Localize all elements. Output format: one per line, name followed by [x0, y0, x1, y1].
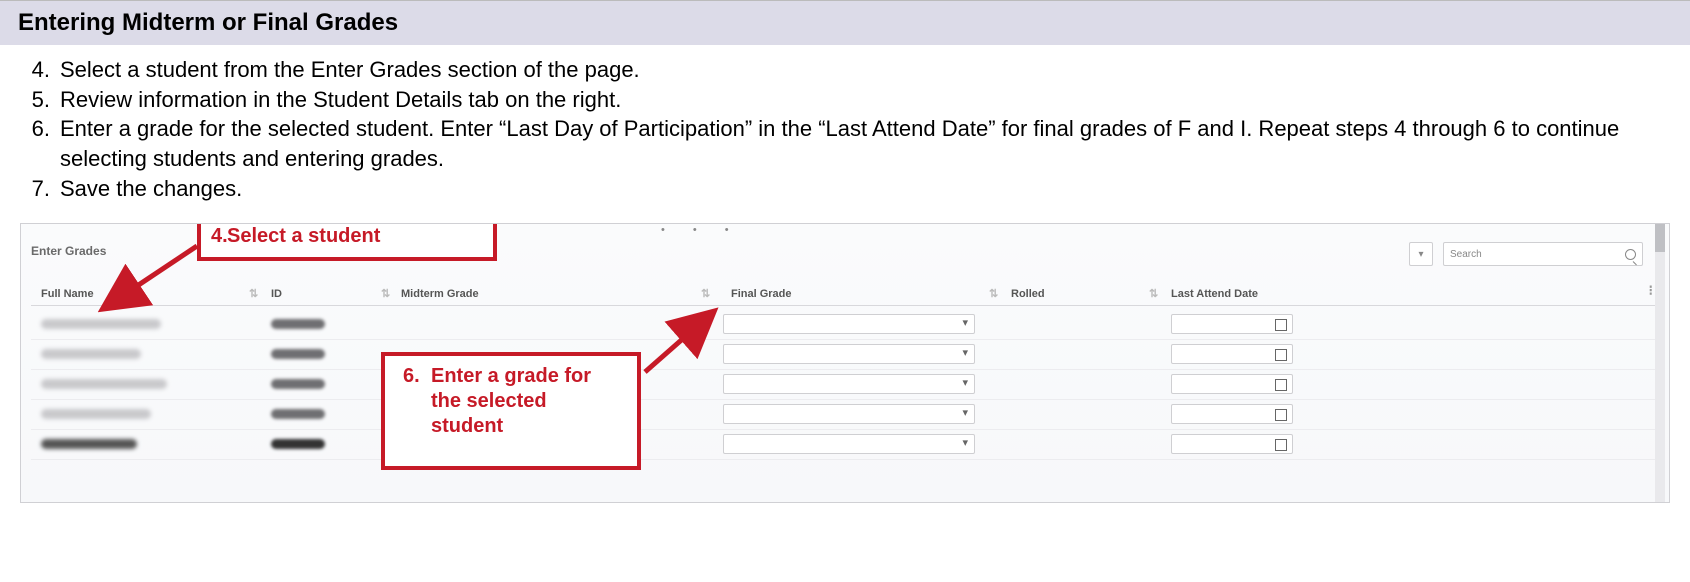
student-id-redacted [271, 349, 325, 359]
scrollbar-thumb[interactable] [1655, 224, 1665, 252]
student-id-redacted [271, 439, 325, 449]
callout-select-student: 4. Select a student [197, 223, 497, 261]
col-rolled[interactable]: Rolled [1011, 288, 1045, 300]
step-number: 6. [24, 114, 60, 173]
grades-screenshot: • • • Enter Grades ▾ Search Full Name ⇅ … [20, 223, 1670, 503]
table-header: Full Name ⇅ ID ⇅ Midterm Grade ⇅ Final G… [31, 282, 1659, 306]
instruction-step: 7. Save the changes. [24, 174, 1666, 204]
col-final-grade[interactable]: Final Grade [731, 288, 792, 300]
sort-icon[interactable]: ⇅ [989, 287, 998, 300]
chevron-icon: ▾ [1418, 249, 1423, 260]
last-attend-date-input[interactable] [1171, 404, 1293, 424]
step-text: Select a student from the Enter Grades s… [60, 55, 1666, 85]
final-grade-select[interactable] [723, 404, 975, 424]
final-grade-select[interactable] [723, 434, 975, 454]
callout-text: Select a student [227, 225, 380, 247]
last-attend-date-input[interactable] [1171, 344, 1293, 364]
instruction-step: 4. Select a student from the Enter Grade… [24, 55, 1666, 85]
enter-grades-label: Enter Grades [31, 244, 106, 258]
last-attend-date-input[interactable] [1171, 374, 1293, 394]
last-attend-date-input[interactable] [1171, 434, 1293, 454]
search-icon [1625, 249, 1636, 260]
col-full-name[interactable]: Full Name [41, 288, 94, 300]
table-body [31, 310, 1659, 460]
student-name-redacted [41, 349, 141, 359]
final-grade-select[interactable] [723, 344, 975, 364]
last-attend-date-input[interactable] [1171, 314, 1293, 334]
section-heading: Entering Midterm or Final Grades [0, 0, 1690, 45]
table-row[interactable] [31, 400, 1659, 430]
student-id-redacted [271, 379, 325, 389]
step-number: 4. [24, 55, 60, 85]
search-placeholder: Search [1450, 249, 1482, 260]
student-id-redacted [271, 409, 325, 419]
col-id[interactable]: ID [271, 288, 282, 300]
sort-icon[interactable]: ⇅ [381, 287, 390, 300]
step-text: Enter a grade for the selected student. … [60, 114, 1666, 173]
search-input[interactable]: Search [1443, 242, 1643, 266]
ruler-marks: • • • [661, 224, 729, 236]
student-name-redacted [41, 379, 167, 389]
step-text: Save the changes. [60, 174, 1666, 204]
callout-number: 6. [403, 364, 420, 389]
sort-icon[interactable]: ⇅ [249, 287, 258, 300]
instruction-step: 6. Enter a grade for the selected studen… [24, 114, 1666, 173]
table-row[interactable] [31, 340, 1659, 370]
step-text: Review information in the Student Detail… [60, 85, 1666, 115]
callout-enter-grade: 6. Enter a grade for the selected studen… [381, 352, 641, 470]
sort-icon[interactable]: ⇅ [701, 287, 710, 300]
col-midterm-grade[interactable]: Midterm Grade [401, 288, 479, 300]
vertical-scrollbar[interactable] [1655, 224, 1665, 502]
callout-text: Enter a grade for the selected student [431, 365, 591, 437]
step-number: 5. [24, 85, 60, 115]
instruction-step: 5. Review information in the Student Det… [24, 85, 1666, 115]
table-row[interactable] [31, 430, 1659, 460]
student-name-redacted [41, 319, 161, 329]
table-row[interactable] [31, 310, 1659, 340]
more-icon[interactable]: ⁝ [1649, 282, 1653, 299]
final-grade-select[interactable] [723, 374, 975, 394]
col-last-attend-date[interactable]: Last Attend Date [1171, 288, 1258, 300]
step-number: 7. [24, 174, 60, 204]
toggle-button[interactable]: ▾ [1409, 242, 1433, 266]
callout-number: 4. [211, 224, 228, 249]
sort-icon[interactable]: ⇅ [1149, 287, 1158, 300]
student-id-redacted [271, 319, 325, 329]
student-name-redacted [41, 439, 137, 449]
final-grade-select[interactable] [723, 314, 975, 334]
instruction-list: 4. Select a student from the Enter Grade… [0, 45, 1690, 209]
table-row[interactable] [31, 370, 1659, 400]
student-name-redacted [41, 409, 151, 419]
